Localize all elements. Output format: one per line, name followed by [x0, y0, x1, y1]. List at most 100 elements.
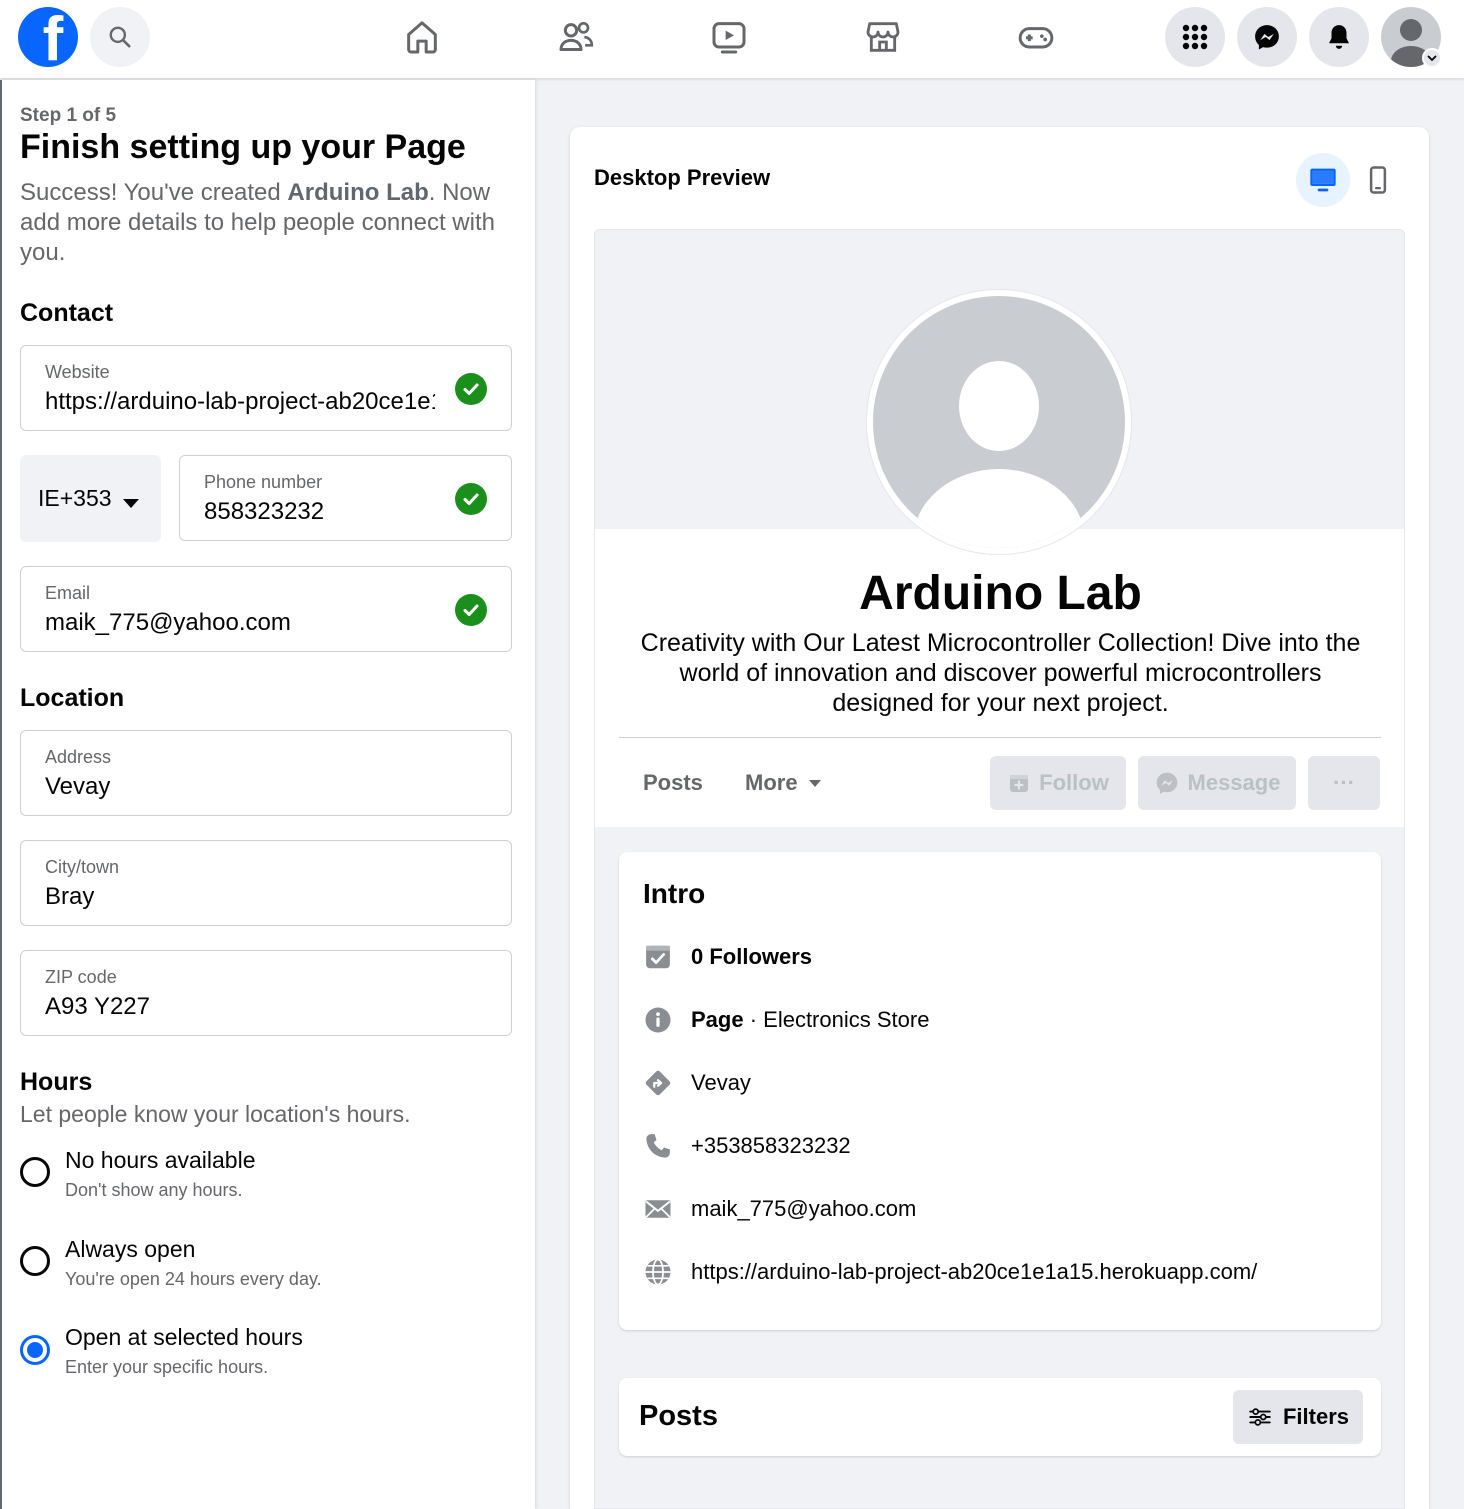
radio-selected-hours[interactable] — [20, 1335, 50, 1365]
search-button[interactable] — [90, 7, 150, 67]
website-label: Website — [45, 362, 110, 382]
intro-address: Vevay — [643, 1066, 751, 1100]
directions-icon — [645, 1070, 671, 1096]
zip-label: ZIP code — [45, 967, 117, 987]
default-avatar-icon — [913, 361, 1085, 548]
preview-card: Desktop Preview Arduino Lab Creativity w — [570, 127, 1429, 1509]
option-always-open-title[interactable]: Always open — [65, 1236, 195, 1263]
zip-field[interactable]: ZIP code A93 Y227 — [20, 950, 512, 1036]
website-field[interactable]: Website https://arduino-lab-project-ab20… — [20, 345, 512, 431]
message-label: Message — [1187, 770, 1281, 795]
address-input[interactable]: Vevay — [45, 773, 110, 801]
radio-always-open[interactable] — [20, 1246, 50, 1276]
follow-button[interactable]: Follow — [990, 756, 1126, 810]
message-button[interactable]: Message — [1138, 756, 1296, 810]
hours-description: Let people know your location's hours. — [20, 1101, 411, 1127]
hours-heading: Hours — [20, 1068, 93, 1096]
messenger-icon — [1255, 25, 1279, 50]
more-options-label: ··· — [1333, 770, 1355, 795]
search-icon — [109, 26, 131, 48]
watch-icon — [712, 22, 746, 54]
intro-phone: +353858323232 — [643, 1129, 851, 1163]
filters-label: Filters — [1282, 1404, 1350, 1429]
location-heading: Location — [20, 684, 125, 712]
intro-website-link[interactable]: https://arduino-lab-project-ab20ce1e1a15… — [691, 1259, 1257, 1285]
menu-button[interactable] — [1165, 7, 1225, 67]
created-page-name: Arduino Lab — [287, 179, 429, 206]
facebook-logo-letter: f — [42, 7, 64, 68]
city-input[interactable]: Bray — [45, 883, 94, 911]
profile-picture — [867, 290, 1131, 554]
follow-label: Follow — [1039, 770, 1109, 795]
step-indicator: Step 1 of 5 — [20, 105, 117, 126]
page-setup-panel: Step 1 of 5 Finish setting up your Page … — [0, 80, 535, 1509]
gaming-icon — [1018, 27, 1054, 49]
marketplace-icon — [866, 22, 900, 52]
checkmark-icon — [463, 604, 479, 616]
zip-input[interactable]: A93 Y227 — [45, 993, 150, 1021]
nav-tab-home[interactable] — [397, 12, 447, 62]
email-valid-badge — [455, 594, 487, 626]
chevron-down-icon — [1427, 55, 1437, 62]
desktop-icon — [1310, 168, 1336, 192]
address-field[interactable]: Address Vevay — [20, 730, 512, 816]
phone-field[interactable]: Phone number 858323232 — [179, 455, 512, 541]
preview-heading: Desktop Preview — [594, 165, 771, 190]
country-code-value: IE+353 — [38, 485, 112, 511]
radio-no-hours[interactable] — [20, 1157, 50, 1187]
mail-icon — [645, 1200, 671, 1218]
info-icon — [645, 1007, 671, 1033]
website-input[interactable]: https://arduino-lab-project-ab20ce1e1a15… — [45, 388, 435, 416]
intro-email: maik_775@yahoo.com — [643, 1192, 916, 1226]
page-title: Finish setting up your Page — [20, 128, 466, 166]
header-divider — [619, 737, 1381, 738]
option-no-hours-title[interactable]: No hours available — [65, 1147, 256, 1174]
address-label: Address — [45, 747, 112, 767]
notifications-icon — [1329, 25, 1349, 49]
email-input[interactable]: maik_775@yahoo.com — [45, 609, 291, 637]
checkmark-icon — [463, 493, 479, 505]
tab-posts[interactable]: Posts — [643, 770, 703, 796]
page-description: Creativity with Our Latest Microcontroll… — [640, 629, 1361, 717]
city-field[interactable]: City/town Bray — [20, 840, 512, 926]
option-selected-hours-title[interactable]: Open at selected hours — [65, 1324, 303, 1351]
nav-tab-marketplace[interactable] — [858, 12, 908, 62]
messenger-button[interactable] — [1237, 7, 1297, 67]
page-category: · Electronics Store — [743, 1007, 930, 1032]
phone-input[interactable]: 858323232 — [204, 498, 324, 526]
intro-email-value: maik_775@yahoo.com — [691, 1196, 917, 1221]
nav-tab-friends[interactable] — [551, 12, 601, 62]
facebook-logo[interactable]: f — [18, 7, 78, 67]
posts-heading: Posts — [639, 1400, 718, 1432]
desktop-preview-button[interactable] — [1296, 153, 1350, 207]
filters-icon — [1249, 1408, 1271, 1426]
option-always-open-sub: You're open 24 hours every day. — [65, 1269, 322, 1289]
caret-down-icon — [808, 780, 821, 787]
nav-tab-watch[interactable] — [704, 12, 754, 62]
notifications-button[interactable] — [1309, 7, 1369, 67]
friends-icon — [559, 21, 594, 51]
account-menu-toggle[interactable] — [1422, 48, 1442, 68]
desktop-page-preview: Arduino Lab Creativity with Our Latest M… — [594, 229, 1405, 1509]
intro-phone-value: +353858323232 — [691, 1133, 851, 1158]
more-options-button[interactable]: ··· — [1308, 756, 1380, 810]
filters-button[interactable]: Filters — [1233, 1390, 1363, 1444]
website-valid-badge — [455, 373, 487, 405]
country-code-select[interactable]: IE+353 — [20, 455, 161, 542]
messenger-icon — [1156, 772, 1177, 794]
mobile-preview-button[interactable] — [1351, 153, 1405, 207]
posts-card: Posts Filters — [619, 1378, 1381, 1456]
intro-heading: Intro — [643, 878, 706, 909]
intro-followers: 0 Followers — [643, 940, 812, 974]
email-field[interactable]: Email maik_775@yahoo.com — [20, 566, 512, 652]
nav-tab-gaming[interactable] — [1011, 12, 1061, 62]
page-type-label: Page — [691, 1007, 744, 1032]
checkmark-icon — [463, 383, 479, 395]
phone-valid-badge — [455, 483, 487, 515]
followers-icon — [646, 945, 670, 969]
home-icon — [407, 21, 437, 54]
setup-subtitle: Success! You've created Arduino Lab. Now… — [20, 179, 495, 266]
contact-heading: Contact — [20, 299, 114, 327]
page-name: Arduino Lab — [859, 567, 1142, 620]
tab-more[interactable]: More — [745, 770, 822, 796]
